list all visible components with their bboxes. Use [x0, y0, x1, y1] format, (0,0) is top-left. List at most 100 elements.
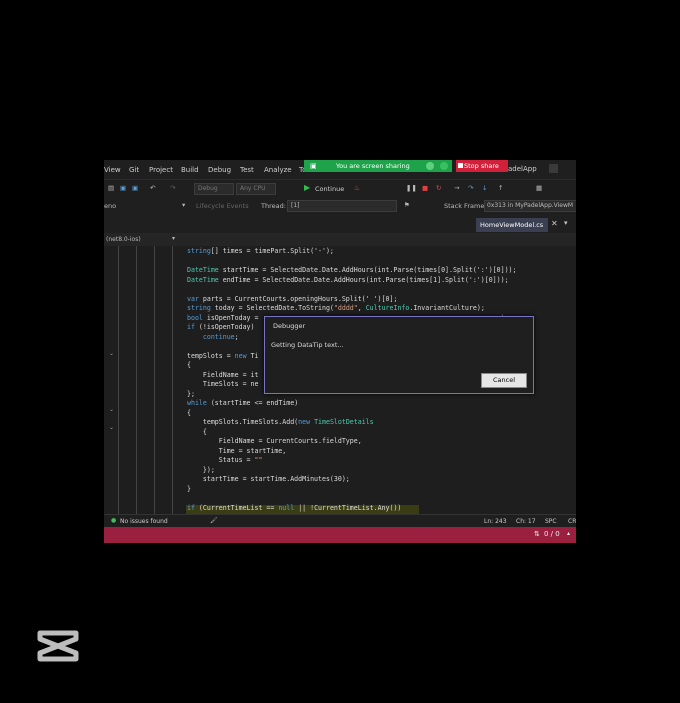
menu-bar: View Git Project Build Debug Test Analyz… [104, 160, 576, 179]
code-line[interactable]: if (!isOpenToday) [187, 323, 255, 331]
git-changes-count[interactable]: 0 / 0 [544, 530, 560, 538]
issues-status[interactable]: No issues found [120, 518, 168, 525]
menu-git[interactable]: Git [129, 166, 139, 174]
redo-icon[interactable]: ↷ [170, 184, 179, 193]
margin-line [118, 246, 119, 514]
menu-test[interactable]: Test [240, 166, 254, 174]
capcut-logo-icon [37, 630, 79, 662]
code-line[interactable]: var parts = CurrentCourts.openingHours.S… [187, 295, 397, 303]
screen-share-banner: ▣ You are screen sharing [304, 160, 452, 172]
code-line[interactable]: { [187, 409, 191, 417]
step-into-icon[interactable]: ↓ [482, 184, 491, 193]
pause-icon[interactable]: ❚❚ [406, 184, 417, 193]
restart-icon[interactable]: ↻ [436, 184, 445, 193]
code-line[interactable]: FieldName = CurrentCourts.fieldType, [187, 437, 362, 445]
bottom-status-bar: ⇅ 0 / 0 ▴ [104, 527, 576, 543]
stop-share-button[interactable]: Stop share [456, 160, 508, 172]
menu-debug[interactable]: Debug [208, 166, 231, 174]
platform-dropdown[interactable]: Any CPU [236, 183, 276, 195]
dropdown-arrow-icon[interactable]: ▾ [172, 235, 175, 242]
lifecycle-events-dropdown[interactable]: Lifecycle Events [196, 202, 249, 210]
fold-icon[interactable]: ⌄ [109, 350, 114, 357]
indent-guide [172, 246, 173, 514]
code-line[interactable]: DateTime endTime = SelectedDate.Date.Add… [187, 276, 509, 284]
share-screen-icon: ▣ [310, 162, 317, 170]
code-line[interactable]: startTime = startTime.AddMinutes(30); [187, 475, 350, 483]
debug-location-bar: eno ▾ Lifecycle Events Thread: [1] ⚑ Sta… [104, 197, 576, 215]
toolbar: ▤ ▣ ▣ ↶ ↷ Debug Any CPU ▶ Continue ♨ ❚❚ … [104, 179, 576, 198]
stack-frame-dropdown[interactable]: 0x313 in MyPadelApp.ViewM [484, 200, 576, 212]
editor-status-bar: ● No issues found 🖌 Ln: 243 Ch: 17 SPC C… [104, 514, 576, 528]
step-over-icon[interactable]: ↷ [468, 184, 477, 193]
code-line[interactable]: if (CurrentTimeList == null || !CurrentT… [187, 504, 401, 512]
debugger-dialog: Debugger Getting DataTip text... Cancel [264, 316, 534, 394]
toolbar-icon[interactable]: ▤ [108, 184, 117, 193]
save-all-icon[interactable]: ▣ [132, 184, 141, 193]
project-target-dropdown[interactable]: (net8.0-ios) [106, 236, 141, 243]
code-line[interactable]: Status = "" [187, 456, 263, 464]
thread-label: Thread: [261, 202, 286, 210]
code-line[interactable]: { [187, 428, 207, 436]
menu-analyze[interactable]: Analyze [264, 166, 292, 174]
code-line[interactable]: Time = startTime, [187, 447, 287, 455]
tab-overflow-icon[interactable]: ▾ [564, 219, 568, 227]
git-changes-icon[interactable]: ⇅ [534, 530, 540, 538]
branch-menu-icon[interactable]: ▴ [567, 530, 570, 537]
indent-mode[interactable]: SPC [545, 518, 557, 525]
stack-frame-label: Stack Frame: [444, 202, 487, 210]
share-banner-text: You are screen sharing [336, 162, 410, 170]
pause-share-icon[interactable] [426, 162, 434, 170]
code-line[interactable]: }; [187, 390, 195, 398]
app-title: adelApp [508, 165, 537, 173]
code-line[interactable]: FieldName = it [187, 371, 259, 379]
navigation-bar: (net8.0-ios) ▾ [104, 233, 576, 246]
account-icon[interactable] [549, 164, 558, 173]
dialog-title: Debugger [273, 322, 306, 330]
hot-reload-icon[interactable]: ♨ [354, 184, 363, 193]
close-tab-icon[interactable]: ✕ [551, 219, 558, 228]
show-next-statement-icon[interactable]: → [454, 184, 463, 193]
dropdown-arrow-icon[interactable]: ▾ [182, 201, 185, 209]
cancel-button[interactable]: Cancel [481, 373, 527, 388]
save-icon[interactable]: ▣ [120, 184, 129, 193]
toolbar-options-icon[interactable]: ▦ [536, 184, 545, 193]
line-number: Ln: 243 [484, 518, 507, 525]
indent-guide [136, 246, 137, 514]
stop-icon[interactable]: ■ [422, 184, 431, 193]
undo-icon[interactable]: ↶ [150, 184, 159, 193]
code-line[interactable]: continue; [187, 333, 239, 341]
stop-share-label: Stop share [464, 162, 499, 170]
step-out-icon[interactable]: ↑ [498, 184, 507, 193]
visual-studio-window: View Git Project Build Debug Test Analyz… [104, 160, 576, 543]
code-line[interactable]: TimeSlots = ne [187, 380, 259, 388]
thread-dropdown[interactable]: [1] [287, 200, 397, 212]
process-dropdown[interactable]: eno [104, 202, 116, 210]
tab-homeviewmodel[interactable]: HomeViewModel.cs [476, 218, 548, 232]
format-icon[interactable]: 🖌 [210, 517, 218, 524]
fold-icon[interactable]: ⌄ [109, 424, 114, 431]
check-icon: ● [111, 517, 117, 524]
line-ending[interactable]: CR [568, 518, 576, 525]
code-line[interactable]: string[] times = timePart.Split('-'); [187, 247, 334, 255]
menu-view[interactable]: View [104, 166, 121, 174]
menu-build[interactable]: Build [181, 166, 199, 174]
share-options-icon[interactable] [440, 162, 448, 170]
code-line[interactable]: while (startTime <= endTime) [187, 399, 298, 407]
configuration-dropdown[interactable]: Debug [194, 183, 234, 195]
column-number: Ch: 17 [516, 518, 536, 525]
dialog-message: Getting DataTip text... [271, 341, 344, 349]
code-line[interactable]: } [187, 485, 191, 493]
continue-button[interactable]: Continue [315, 185, 344, 193]
menu-project[interactable]: Project [149, 166, 173, 174]
code-line[interactable]: { [187, 361, 191, 369]
document-tab-bar: HomeViewModel.cs [104, 215, 576, 234]
code-line[interactable]: DateTime startTime = SelectedDate.Date.A… [187, 266, 517, 274]
play-icon[interactable]: ▶ [304, 183, 313, 192]
tab-label: HomeViewModel.cs [480, 221, 544, 229]
fold-icon[interactable]: ⌄ [109, 406, 114, 413]
flag-icon[interactable]: ⚑ [404, 201, 410, 209]
code-line[interactable]: tempSlots = new Ti [187, 352, 258, 360]
code-line[interactable]: }); [187, 466, 215, 474]
code-line[interactable]: tempSlots.TimeSlots.Add(new TimeSlotDeta… [187, 418, 374, 426]
code-line[interactable]: string today = SelectedDate.ToString("dd… [187, 304, 485, 312]
